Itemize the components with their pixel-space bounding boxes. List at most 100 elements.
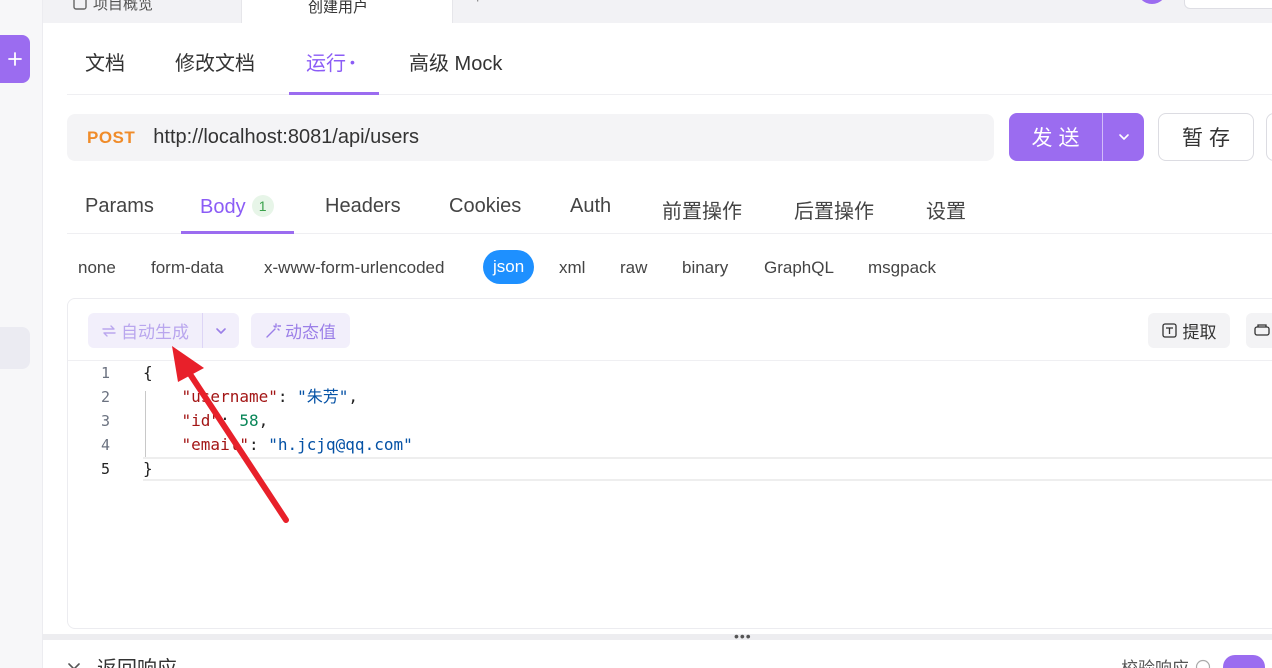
environment-select[interactable] [1184, 0, 1272, 9]
tab-body-label: Body [200, 196, 246, 218]
json-key: "id" [181, 411, 221, 430]
body-type-urlencoded[interactable]: x-www-form-urlencoded [264, 258, 444, 278]
tab-settings[interactable]: 设置 [926, 195, 966, 224]
code-line: 3 "id": 58, [68, 409, 1272, 433]
window-tab-bar: 项目概览 创建用户 + [43, 0, 1272, 23]
url-input[interactable]: http://localhost:8081/api/users [153, 126, 419, 149]
line-number: 3 [100, 412, 110, 430]
line-number: 1 [100, 364, 110, 382]
tab-advanced-mock[interactable]: 高级 Mock [409, 47, 502, 76]
line-number: 4 [100, 436, 110, 454]
json-value: "朱芳" [297, 387, 349, 406]
method-badge[interactable]: POST [87, 128, 135, 148]
body-type-none[interactable]: none [78, 258, 116, 278]
chevron-down-icon [216, 327, 226, 334]
body-type-msgpack[interactable]: msgpack [868, 258, 936, 278]
tab-headers[interactable]: Headers [325, 195, 401, 218]
plus-icon [8, 52, 22, 66]
body-count-badge: 1 [251, 195, 274, 217]
body-type-raw[interactable]: raw [620, 258, 647, 278]
body-type-selector: none form-data x-www-form-urlencoded jso… [67, 250, 1272, 286]
auto-generate-button[interactable]: 自动生成 [88, 313, 203, 348]
dynamic-value-label: 动态值 [285, 323, 336, 342]
avatar[interactable] [1137, 0, 1167, 4]
body-type-binary[interactable]: binary [682, 258, 728, 278]
tab-run[interactable]: 运行 • [306, 47, 355, 76]
drag-handle-icon[interactable]: ••• [734, 628, 752, 644]
tab-auth[interactable]: Auth [570, 195, 611, 218]
save-button[interactable]: 暂存 [1158, 113, 1254, 161]
tab-docs[interactable]: 文档 [85, 47, 125, 76]
auto-generate-label: 自动生成 [121, 323, 189, 342]
json-key: "email" [181, 435, 249, 454]
request-tabs: Params Body 1 Headers Cookies Auth 前置操作 后… [67, 173, 1272, 234]
swap-icon [102, 324, 116, 337]
new-item-button[interactable] [0, 35, 30, 83]
extract-label: 提取 [1182, 323, 1217, 342]
response-header[interactable]: 返回响应 [67, 652, 177, 668]
body-type-xml[interactable]: xml [559, 258, 585, 278]
chevron-down-icon [1118, 134, 1129, 140]
active-subtab-indicator [181, 231, 294, 234]
magic-wand-icon [266, 322, 281, 338]
new-tab-icon[interactable]: + [473, 0, 482, 8]
overview-icon [73, 0, 87, 10]
validate-response-toggle[interactable] [1223, 654, 1265, 668]
send-options-button[interactable] [1103, 113, 1144, 161]
window-tab-create-user-label: 创建用户 [308, 0, 369, 16]
format-button[interactable] [1246, 313, 1272, 348]
window-tab-overview[interactable]: 项目概览 [73, 0, 243, 18]
editor-toolbar: 自动生成 动态值 提取 [68, 299, 1272, 361]
body-type-json[interactable]: json [483, 250, 535, 284]
code-line: 5 } [68, 457, 1272, 481]
tab-params[interactable]: Params [85, 195, 154, 218]
tab-body[interactable]: Body 1 [200, 195, 274, 219]
rail-active-item[interactable] [0, 327, 30, 369]
tab-pre-request[interactable]: 前置操作 [662, 195, 742, 224]
tab-cookies[interactable]: Cookies [449, 195, 521, 218]
code-text: "username": "朱芳", [181, 387, 359, 406]
extract-button[interactable]: 提取 [1148, 313, 1230, 348]
code-line: 1 { [68, 361, 1272, 385]
app-root: 项目概览 创建用户 + 文档 修改文档 运行• 高级 Mock POST htt… [0, 0, 1272, 668]
format-icon [1254, 324, 1270, 336]
dynamic-value-button[interactable]: 动态值 [251, 313, 350, 348]
help-icon [1195, 659, 1211, 668]
window-tab-overview-label: 项目概览 [93, 0, 154, 13]
body-type-form-data[interactable]: form-data [151, 258, 224, 278]
body-type-graphql[interactable]: GraphQL [764, 258, 834, 278]
json-value: 58 [239, 411, 259, 430]
auto-generate-options-button[interactable] [203, 313, 239, 348]
tab-edit-docs[interactable]: 修改文档 [175, 47, 255, 76]
active-tab-indicator [289, 92, 379, 95]
json-punct: , [348, 387, 359, 406]
line-number: 2 [100, 388, 110, 406]
code-text: } [143, 459, 153, 478]
response-label: 返回响应 [97, 652, 177, 668]
line-number: 5 [100, 460, 110, 478]
auto-generate-group: 自动生成 [88, 313, 239, 348]
main-tabs: 文档 修改文档 运行 • 高级 Mock [67, 23, 1272, 95]
validate-response-label: 校验响应 [1121, 654, 1189, 668]
tab-post-request[interactable]: 后置操作 [794, 195, 874, 224]
send-button-group: 发送 [1009, 113, 1144, 161]
chevron-down-icon [68, 662, 80, 668]
window-tab-create-user[interactable]: 创建用户 [241, 0, 453, 23]
body-editor: 自动生成 动态值 提取 1 {2 "username": "朱芳", 3 "i… [67, 298, 1272, 629]
validate-response: 校验响应 [1121, 654, 1265, 668]
more-button[interactable] [1266, 113, 1272, 161]
json-value: "h.jcjq@qq.com" [268, 435, 413, 454]
json-key: "username" [181, 387, 278, 406]
code-line: 4 "email": "h.jcjq@qq.com" [68, 433, 1272, 457]
left-rail [0, 0, 43, 668]
code-line: 2 "username": "朱芳", [68, 385, 1272, 409]
send-button[interactable]: 发送 [1009, 113, 1103, 161]
code-text: "id": 58, [181, 411, 269, 430]
extract-icon [1161, 323, 1177, 338]
tab-run-label: 运行 [306, 53, 346, 75]
panel-splitter[interactable] [43, 634, 1272, 640]
url-bar[interactable]: POST http://localhost:8081/api/users [67, 114, 994, 161]
unsaved-dot: • [350, 54, 355, 70]
code-text: { [143, 363, 153, 382]
code-text: "email": "h.jcjq@qq.com" [181, 435, 413, 454]
